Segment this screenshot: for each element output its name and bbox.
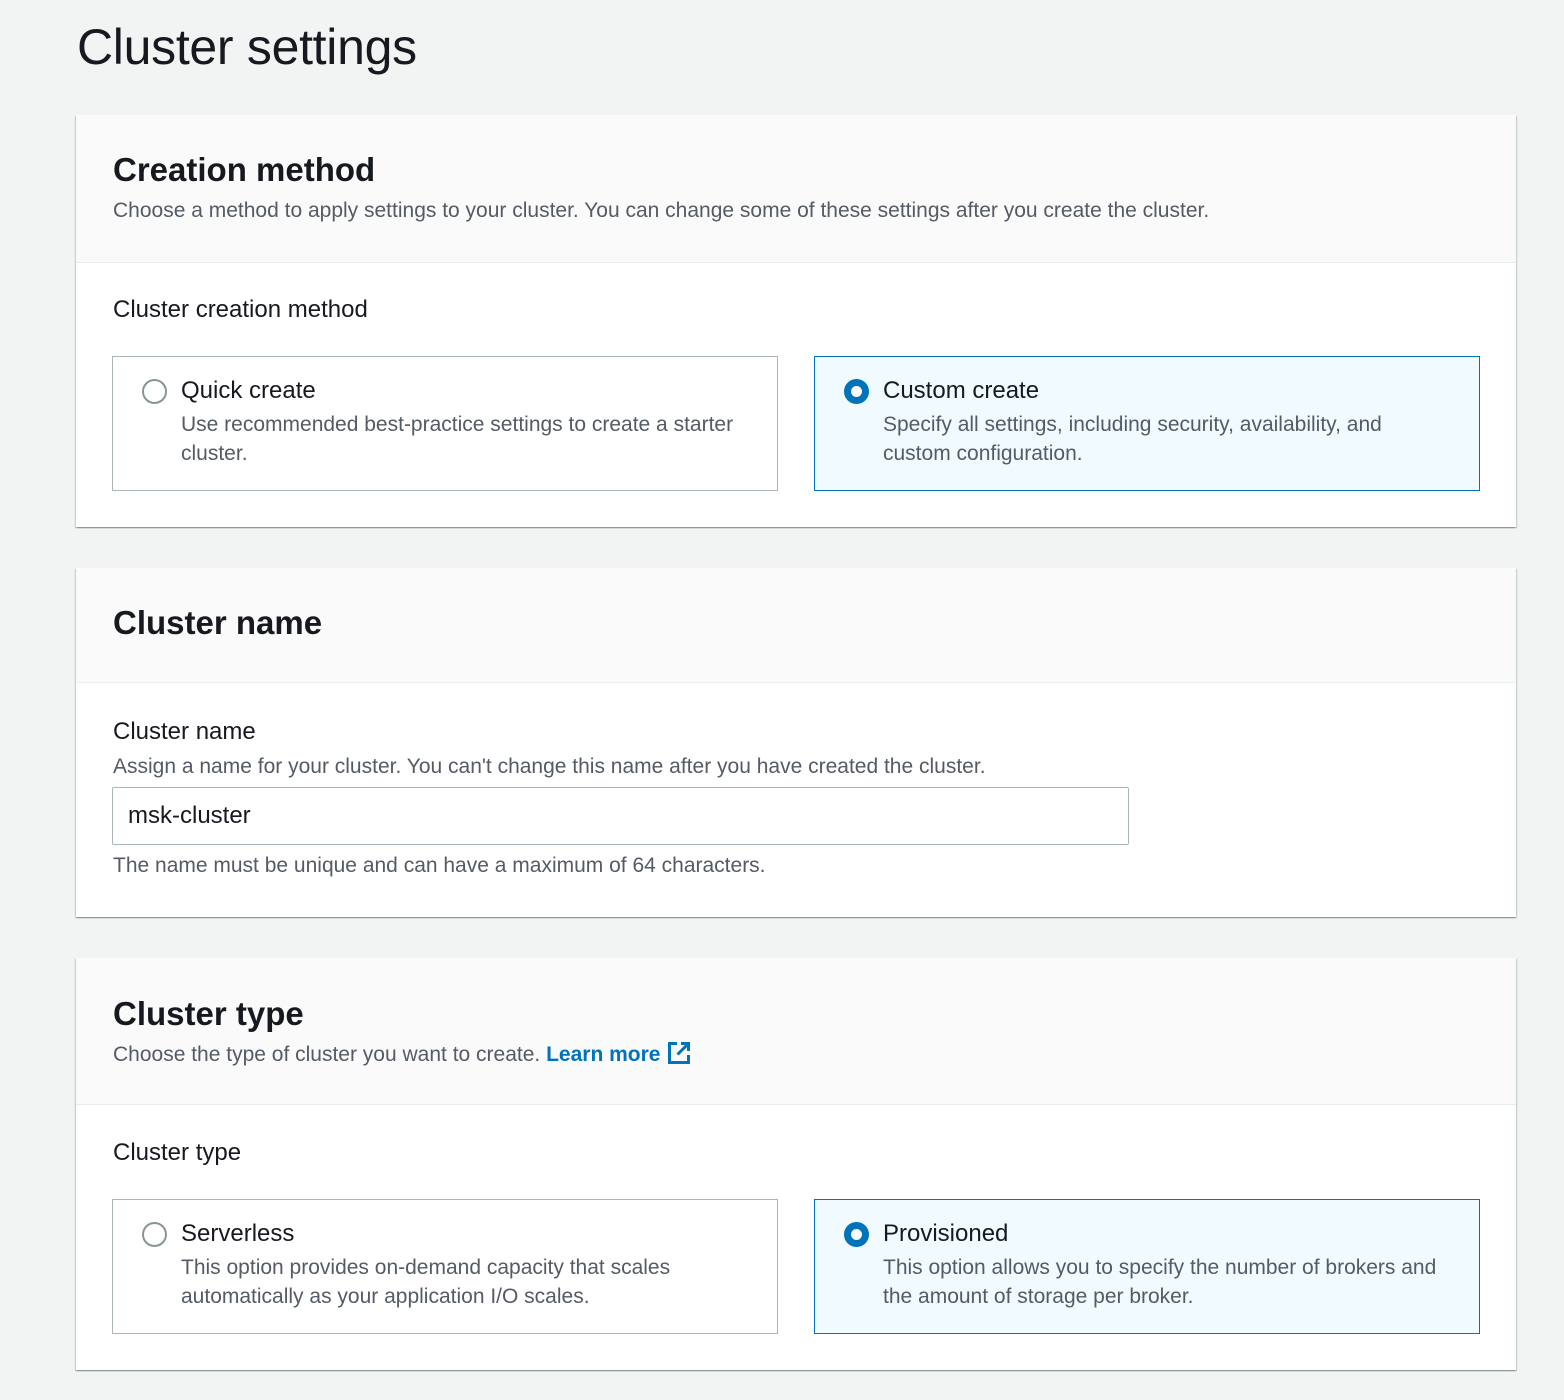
custom-create-option[interactable]: Custom create Specify all settings, incl… [814,356,1480,491]
learn-more-link[interactable]: Learn more [546,1042,692,1066]
cluster-name-heading: Cluster name [113,604,323,641]
cluster-type-field-label: Cluster type [113,1139,242,1166]
serverless-title: Serverless [181,1220,295,1247]
cluster-name-constraint: The name must be unique and can have a m… [113,854,766,877]
cluster-type-panel: Cluster type Choose the type of cluster … [76,958,1516,1370]
creation-method-header: Creation method Choose a method to apply… [76,115,1516,263]
custom-create-title: Custom create [883,377,1040,404]
external-link-icon [668,1042,691,1064]
creation-method-field-label: Cluster creation method [113,296,368,323]
provisioned-option[interactable]: Provisioned This option allows you to sp… [814,1199,1480,1334]
cluster-type-heading: Cluster type [113,995,304,1032]
serverless-radio[interactable] [142,1222,167,1247]
cluster-name-field-label: Cluster name [113,718,256,745]
cluster-type-header: Cluster type Choose the type of cluster … [76,958,1516,1105]
quick-create-description: Use recommended best-practice settings t… [181,413,734,465]
cluster-name-field-description: Assign a name for your cluster. You can'… [113,755,986,778]
provisioned-title: Provisioned [883,1220,1009,1247]
creation-method-description: Choose a method to apply settings to you… [113,199,1210,222]
serverless-description: This option provides on-demand capacity … [181,1256,671,1308]
serverless-option[interactable]: Serverless This option provides on-deman… [112,1199,778,1334]
quick-create-radio[interactable] [142,379,167,404]
creation-method-heading: Creation method [113,151,376,188]
quick-create-title: Quick create [181,377,316,404]
creation-method-panel: Creation method Choose a method to apply… [76,115,1516,527]
cluster-type-description: Choose the type of cluster you want to c… [113,1043,541,1066]
provisioned-radio[interactable] [844,1222,869,1247]
learn-more-label: Learn more [546,1043,661,1066]
custom-create-description: Specify all settings, including security… [883,413,1382,465]
cluster-name-panel: Cluster name Cluster name Assign a name … [76,568,1516,917]
provisioned-description: This option allows you to specify the nu… [883,1256,1437,1308]
quick-create-option[interactable]: Quick create Use recommended best-practi… [112,356,778,491]
custom-create-radio[interactable] [844,379,869,404]
cluster-type-description-row: Choose the type of cluster you want to c… [113,1040,692,1069]
cluster-name-input[interactable] [112,787,1129,845]
page-title: Cluster settings [77,19,417,75]
cluster-name-header: Cluster name [76,568,1516,683]
